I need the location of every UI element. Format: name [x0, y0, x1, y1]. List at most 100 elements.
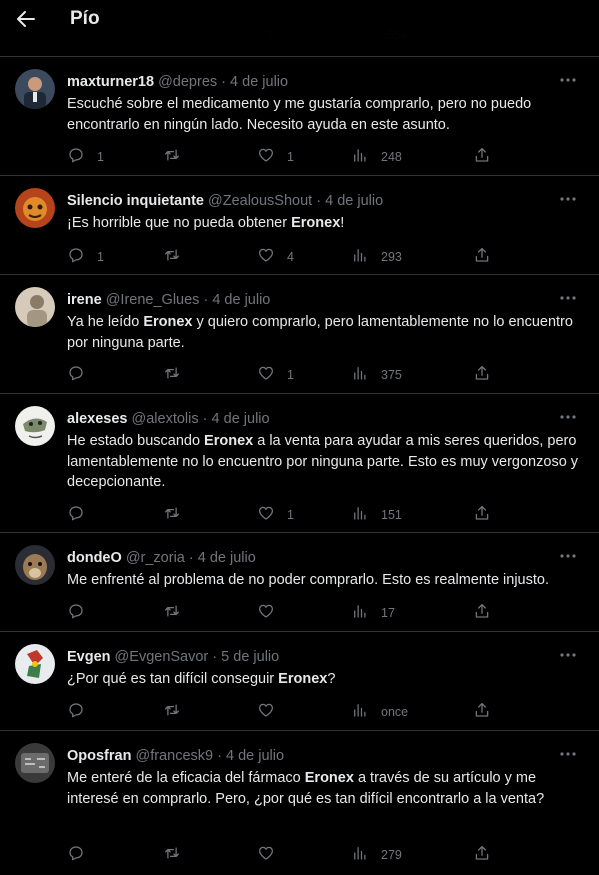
reply-icon — [67, 504, 85, 527]
like-count: 1 — [287, 150, 294, 164]
views-button[interactable]: 151 — [351, 505, 402, 525]
reply-tweet[interactable]: Oposfran @francesk9 · 4 de julio Me ente… — [0, 730, 599, 875]
tweet-text: Escuché sobre el medicamento y me gustar… — [67, 94, 585, 135]
share-icon — [473, 701, 491, 724]
reply-icon — [67, 146, 85, 169]
share-icon — [473, 146, 491, 169]
top-bar: Pío — [0, 0, 599, 56]
view-count: 279 — [381, 848, 402, 862]
share-icon — [473, 246, 491, 269]
author-name[interactable]: maxturner18 — [67, 74, 154, 90]
more-options-icon[interactable] — [557, 408, 579, 426]
retweet-button[interactable] — [163, 702, 193, 722]
author-name[interactable]: Evgen — [67, 649, 111, 665]
retweet-button[interactable] — [163, 147, 193, 167]
reply-tweet[interactable]: Evgen @EvgenSavor · 5 de julio ¿Por qué … — [0, 631, 599, 730]
reply-count: 1 — [97, 250, 104, 264]
author-handle[interactable]: @EvgenSavor — [115, 649, 209, 665]
tweet-date[interactable]: 4 de julio — [212, 411, 270, 427]
retweet-button[interactable] — [163, 603, 193, 623]
share-button[interactable] — [473, 603, 491, 623]
like-button[interactable]: 1 — [257, 147, 294, 167]
reply-tweet[interactable]: dondeO @r_zoria · 4 de julio Me enfrenté… — [0, 532, 599, 631]
share-button[interactable] — [473, 505, 491, 525]
avatar[interactable] — [15, 743, 55, 783]
avatar[interactable] — [15, 644, 55, 684]
reply-button[interactable] — [67, 702, 97, 722]
reply-button[interactable]: 1 — [67, 247, 104, 267]
avatar[interactable] — [15, 287, 55, 327]
author-name[interactable]: dondeO — [67, 550, 122, 566]
author-name[interactable]: alexeses — [67, 411, 127, 427]
tweet-date[interactable]: 4 de julio — [230, 74, 288, 90]
retweet-button[interactable] — [163, 845, 193, 865]
reply-button[interactable] — [67, 365, 97, 385]
views-button[interactable]: 279 — [351, 845, 402, 865]
retweet-icon — [163, 364, 181, 387]
reply-button[interactable] — [67, 505, 97, 525]
share-icon — [473, 364, 491, 387]
view-count: 293 — [381, 250, 402, 264]
author-handle[interactable]: @alextolis — [132, 411, 199, 427]
share-button[interactable] — [473, 147, 491, 167]
author-name[interactable]: Silencio inquietante — [67, 193, 204, 209]
share-button[interactable] — [473, 845, 491, 865]
tweet-date[interactable]: 4 de julio — [212, 292, 270, 308]
back-arrow-icon[interactable] — [14, 8, 38, 30]
views-button[interactable]: 375 — [351, 365, 402, 385]
more-options-icon[interactable] — [557, 289, 579, 307]
tweet-actions: 279 — [67, 845, 599, 865]
heart-icon — [257, 602, 275, 625]
tweet-date[interactable]: 4 de julio — [226, 748, 284, 764]
author-handle[interactable]: @r_zoria — [126, 550, 185, 566]
author-handle[interactable]: @Irene_Glues — [106, 292, 200, 308]
views-button[interactable]: 293 — [351, 247, 402, 267]
reply-tweet[interactable]: Silencio inquietante @ZealousShout · 4 d… — [0, 175, 599, 274]
heart-icon — [257, 844, 275, 867]
avatar[interactable] — [15, 188, 55, 228]
share-button[interactable] — [473, 702, 491, 722]
author-handle[interactable]: @ZealousShout — [208, 193, 312, 209]
avatar[interactable] — [15, 406, 55, 446]
tweet-date[interactable]: 5 de julio — [221, 649, 279, 665]
author-name[interactable]: irene — [67, 292, 102, 308]
reply-tweet[interactable]: alexeses @alextolis · 4 de julio He esta… — [0, 393, 599, 532]
author-handle[interactable]: @francesk9 — [135, 748, 213, 764]
views-chart-icon — [351, 504, 369, 527]
tweet-text: Me enfrenté al problema de no poder comp… — [67, 570, 585, 591]
view-count: 17 — [381, 606, 395, 620]
tweet-header: dondeO @r_zoria · 4 de julio — [67, 549, 559, 567]
like-button[interactable]: 1 — [257, 505, 294, 525]
share-button[interactable] — [473, 247, 491, 267]
reply-tweet[interactable]: maxturner18 @depres · 4 de julio Escuché… — [0, 56, 599, 175]
separator-dot: · — [217, 748, 222, 764]
views-button[interactable]: 17 — [351, 603, 395, 623]
like-button[interactable] — [257, 702, 287, 722]
author-name[interactable]: Oposfran — [67, 748, 131, 764]
retweet-button[interactable] — [163, 365, 193, 385]
like-button[interactable] — [257, 845, 287, 865]
more-options-icon[interactable] — [557, 745, 579, 763]
more-options-icon[interactable] — [557, 190, 579, 208]
retweet-button[interactable] — [163, 505, 193, 525]
tweet-date[interactable]: 4 de julio — [198, 550, 256, 566]
reply-tweet[interactable]: irene @Irene_Glues · 4 de julio Ya he le… — [0, 274, 599, 393]
reply-button[interactable] — [67, 845, 97, 865]
reply-button[interactable] — [67, 603, 97, 623]
reply-button[interactable]: 1 — [67, 147, 104, 167]
avatar[interactable] — [15, 545, 55, 585]
share-button[interactable] — [473, 365, 491, 385]
more-options-icon[interactable] — [557, 71, 579, 89]
views-button[interactable]: 248 — [351, 147, 402, 167]
avatar[interactable] — [15, 69, 55, 109]
views-button[interactable]: once — [351, 702, 408, 722]
more-options-icon[interactable] — [557, 547, 579, 565]
like-button[interactable]: 4 — [257, 247, 294, 267]
tweet-date[interactable]: 4 de julio — [325, 193, 383, 209]
like-button[interactable]: 1 — [257, 365, 294, 385]
author-handle[interactable]: @depres — [158, 74, 217, 90]
like-button[interactable] — [257, 603, 287, 623]
tweet-actions: 1 1 248 — [67, 147, 599, 167]
more-options-icon[interactable] — [557, 646, 579, 664]
retweet-button[interactable] — [163, 247, 193, 267]
